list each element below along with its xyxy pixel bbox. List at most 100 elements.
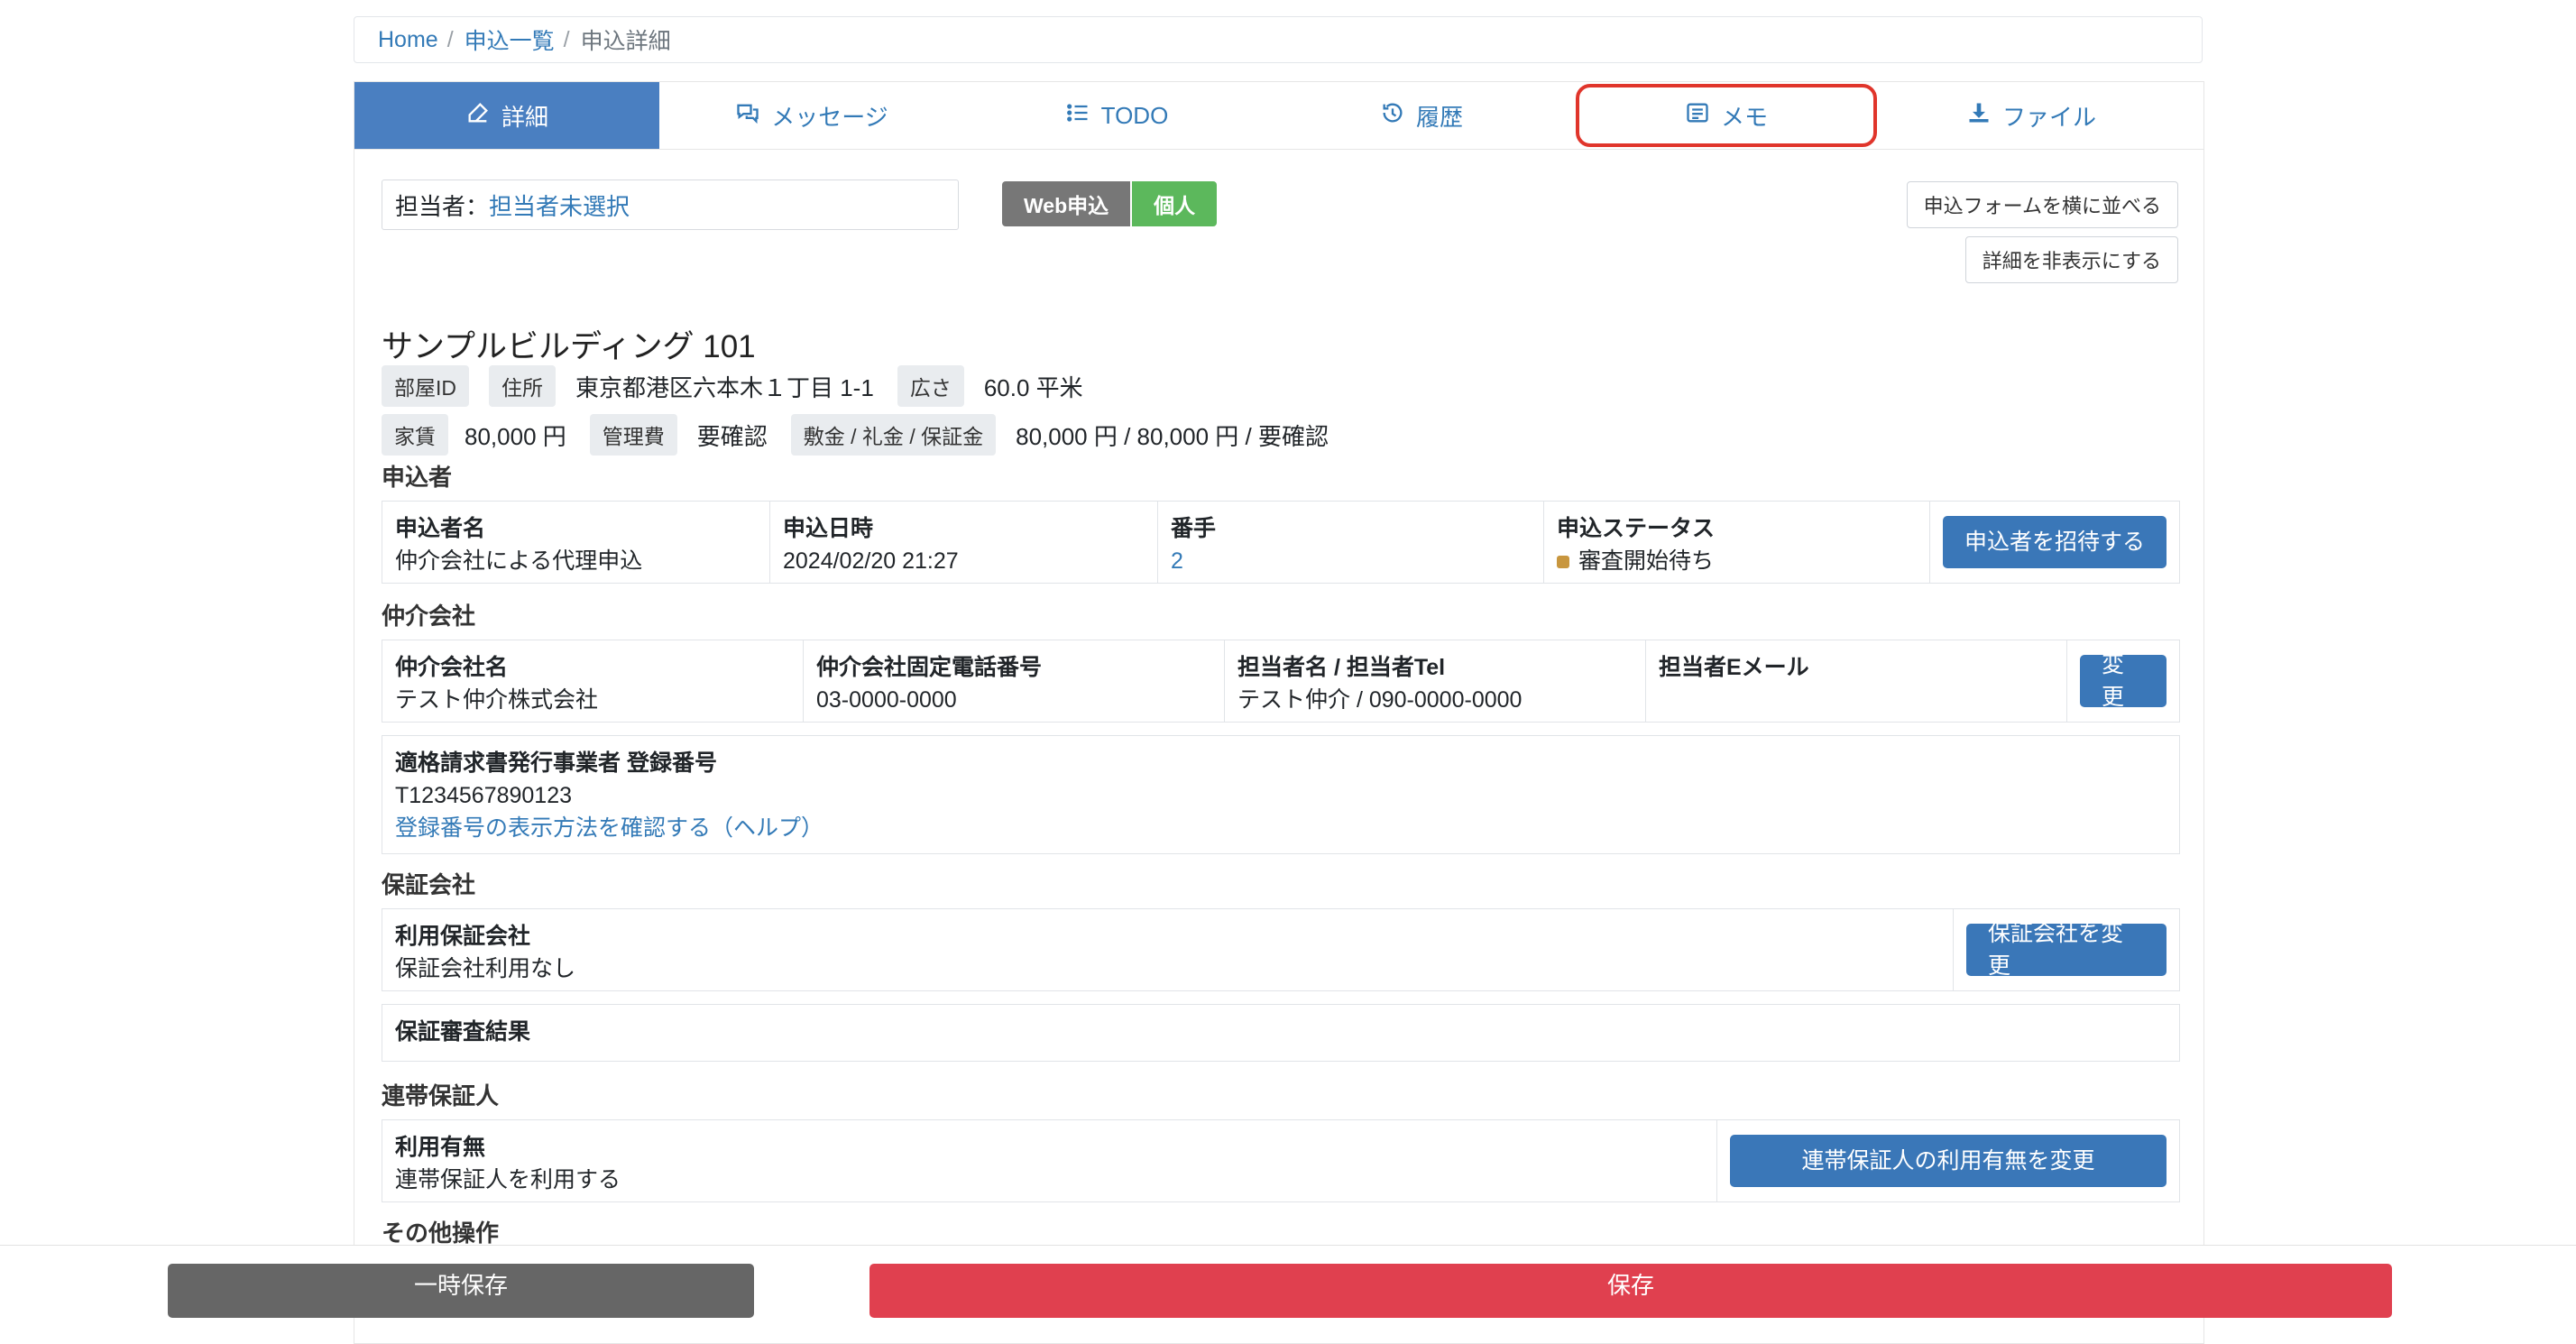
application-status-header: 申込ステータス bbox=[1557, 516, 1716, 541]
comments-icon bbox=[735, 100, 760, 132]
edit-icon bbox=[465, 100, 491, 132]
individual-badge: 個人 bbox=[1132, 181, 1218, 226]
room-id-tag: 部屋ID bbox=[382, 365, 469, 407]
change-joint-guarantor-button[interactable]: 連帯保証人の利用有無を変更 bbox=[1730, 1135, 2167, 1187]
broker-phone-cell: 仲介会社固定電話番号 03-0000-0000 bbox=[804, 640, 1225, 722]
history-icon bbox=[1380, 100, 1405, 132]
other-operations-section-title: その他操作 bbox=[382, 1220, 500, 1247]
order-number-header: 番手 bbox=[1171, 516, 1217, 541]
applicant-table: 申込者名 仲介会社による代理申込 申込日時 2024/02/20 21:27 番… bbox=[382, 501, 2180, 584]
broker-contact-cell: 担当者名 / 担当者Tel テスト仲介 / 090-0000-0000 bbox=[1225, 640, 1646, 722]
management-fee-tag: 管理費 bbox=[589, 414, 677, 456]
list-icon bbox=[1065, 100, 1090, 132]
tab-messages[interactable]: メッセージ bbox=[659, 82, 964, 149]
invoice-registration-cell: 適格請求書発行事業者 登録番号 T1234567890123 登録番号の表示方法… bbox=[382, 736, 2179, 853]
address-tag: 住所 bbox=[489, 365, 556, 407]
change-broker-button[interactable]: 変更 bbox=[2080, 652, 2167, 710]
guarantee-company-header: 利用保証会社 bbox=[395, 924, 531, 949]
detail-panel: 詳細 メッセージ TODO 履歴 メモ ファイル 担当者： 担当者未選択 Web… bbox=[354, 81, 2204, 1344]
joint-guarantor-use-cell: 利用有無 連帯保証人を利用する bbox=[382, 1120, 1717, 1201]
download-icon bbox=[1966, 100, 1992, 132]
change-guarantee-company-button[interactable]: 保証会社を変更 bbox=[1966, 921, 2167, 979]
rent-tag: 家賃 bbox=[382, 414, 448, 456]
property-info-row-2: 家賃 80,000 円 管理費 要確認 敷金 / 礼金 / 保証金 80,000… bbox=[382, 414, 1352, 456]
tab-files[interactable]: ファイル bbox=[1879, 82, 2184, 149]
tab-messages-label: メッセージ bbox=[771, 103, 888, 131]
application-status-value: 審査開始待ち bbox=[1557, 545, 1917, 577]
guarantee-section-title: 保証会社 bbox=[382, 871, 476, 898]
broker-name-value: テスト仲介株式会社 bbox=[395, 687, 599, 713]
hide-details-button[interactable]: 詳細を非表示にする bbox=[1964, 236, 2178, 283]
management-fee-value: 要確認 bbox=[696, 422, 768, 450]
broker-name-header: 仲介会社名 bbox=[395, 655, 509, 680]
guarantee-company-cell: 利用保証会社 保証会社利用なし bbox=[382, 909, 1954, 990]
guarantee-result-table: 保証審査結果 bbox=[382, 1004, 2180, 1062]
application-date-value: 2024/02/20 21:27 bbox=[783, 548, 959, 574]
broker-email-header: 担当者Eメール bbox=[1659, 655, 1809, 680]
joint-guarantor-use-header: 利用有無 bbox=[395, 1135, 486, 1160]
property-info-row-1: 部屋ID 住所 東京都港区六本木１丁目 1-1 広さ 60.0 平米 bbox=[382, 365, 1107, 407]
memo-list-icon bbox=[1685, 100, 1710, 132]
breadcrumb-home[interactable]: Home bbox=[378, 27, 438, 53]
tab-memo-label: メモ bbox=[1720, 103, 1768, 131]
invoice-registration-box: 適格請求書発行事業者 登録番号 T1234567890123 登録番号の表示方法… bbox=[382, 735, 2180, 854]
tab-memo[interactable]: メモ bbox=[1574, 82, 1879, 149]
area-value: 60.0 平米 bbox=[983, 373, 1083, 401]
guarantee-company-value: 保証会社利用なし bbox=[395, 956, 576, 981]
deposit-value: 80,000 円 / 80,000 円 / 要確認 bbox=[1016, 422, 1329, 450]
invoice-registration-header: 適格請求書発行事業者 登録番号 bbox=[395, 750, 717, 776]
applicant-name-cell: 申込者名 仲介会社による代理申込 bbox=[382, 502, 770, 583]
guarantee-change-cell: 保証会社を変更 bbox=[1954, 909, 2179, 990]
save-button[interactable]: 保存 bbox=[869, 1264, 2392, 1318]
broker-contact-header: 担当者名 / 担当者Tel bbox=[1237, 655, 1446, 680]
temp-save-button[interactable]: 一時保存 bbox=[168, 1264, 754, 1318]
order-number-link[interactable]: 2 bbox=[1171, 545, 1531, 577]
tab-history[interactable]: 履歴 bbox=[1269, 82, 1574, 149]
guarantee-company-table: 利用保証会社 保証会社利用なし 保証会社を変更 bbox=[382, 908, 2180, 991]
guarantee-result-header: 保証審査結果 bbox=[395, 1019, 531, 1045]
applicant-name-value: 仲介会社による代理申込 bbox=[395, 548, 643, 574]
broker-phone-value: 03-0000-0000 bbox=[816, 687, 957, 713]
tab-bar: 詳細 メッセージ TODO 履歴 メモ ファイル bbox=[354, 82, 2203, 150]
tab-files-label: ファイル bbox=[2001, 103, 2096, 131]
applicant-name-header: 申込者名 bbox=[395, 516, 486, 541]
application-status-text: 審査開始待ち bbox=[1578, 548, 1715, 574]
broker-table: 仲介会社名 テスト仲介株式会社 仲介会社固定電話番号 03-0000-0000 … bbox=[382, 640, 2180, 723]
breadcrumb-separator: / bbox=[446, 26, 454, 52]
address-value: 東京都港区六本木１丁目 1-1 bbox=[575, 373, 874, 401]
breadcrumb-separator: / bbox=[563, 26, 570, 52]
rent-value: 80,000 円 bbox=[465, 422, 566, 450]
tab-todo[interactable]: TODO bbox=[964, 82, 1269, 149]
joint-guarantor-section-title: 連帯保証人 bbox=[382, 1082, 500, 1109]
footer-action-bar: 一時保存 保存 bbox=[0, 1245, 2576, 1318]
area-tag: 広さ bbox=[897, 365, 964, 407]
tab-details[interactable]: 詳細 bbox=[354, 82, 659, 149]
tab-history-label: 履歴 bbox=[1415, 103, 1463, 131]
assignee-field[interactable]: 担当者： 担当者未選択 bbox=[382, 180, 959, 230]
invite-applicant-button[interactable]: 申込者を招待する bbox=[1943, 516, 2167, 568]
invoice-help-link[interactable]: 登録番号の表示方法を確認する（ヘルプ） bbox=[395, 812, 2167, 844]
broker-change-cell: 変更 bbox=[2067, 640, 2179, 722]
breadcrumb-application-list[interactable]: 申込一覧 bbox=[465, 23, 555, 56]
tab-todo-label: TODO bbox=[1100, 101, 1169, 129]
web-application-badge: Web申込 bbox=[1002, 181, 1131, 226]
status-dot-icon bbox=[1557, 556, 1569, 569]
application-date-cell: 申込日時 2024/02/20 21:27 bbox=[770, 502, 1158, 583]
applicant-section-title: 申込者 bbox=[382, 464, 453, 491]
deposit-tag: 敷金 / 礼金 / 保証金 bbox=[790, 414, 997, 456]
tab-details-label: 詳細 bbox=[501, 103, 548, 131]
broker-phone-header: 仲介会社固定電話番号 bbox=[816, 655, 1043, 680]
guarantee-result-cell: 保証審査結果 bbox=[382, 1005, 2179, 1061]
broker-section-title: 仲介会社 bbox=[382, 603, 476, 630]
invoice-registration-value: T1234567890123 bbox=[395, 783, 573, 808]
assignee-select-link[interactable]: 担当者未選択 bbox=[489, 189, 630, 222]
side-by-side-form-button[interactable]: 申込フォームを横に並べる bbox=[1906, 181, 2178, 228]
joint-guarantor-table: 利用有無 連帯保証人を利用する 連帯保証人の利用有無を変更 bbox=[382, 1119, 2180, 1202]
order-number-cell: 番手 2 bbox=[1158, 502, 1544, 583]
property-title: サンプルビルディング 101 bbox=[382, 329, 756, 364]
broker-email-cell: 担当者Eメール bbox=[1646, 640, 2067, 722]
assignee-label: 担当者： bbox=[395, 192, 490, 220]
joint-guarantor-use-value: 連帯保証人を利用する bbox=[395, 1167, 621, 1192]
application-status-cell: 申込ステータス 審査開始待ち bbox=[1544, 502, 1930, 583]
broker-name-cell: 仲介会社名 テスト仲介株式会社 bbox=[382, 640, 804, 722]
